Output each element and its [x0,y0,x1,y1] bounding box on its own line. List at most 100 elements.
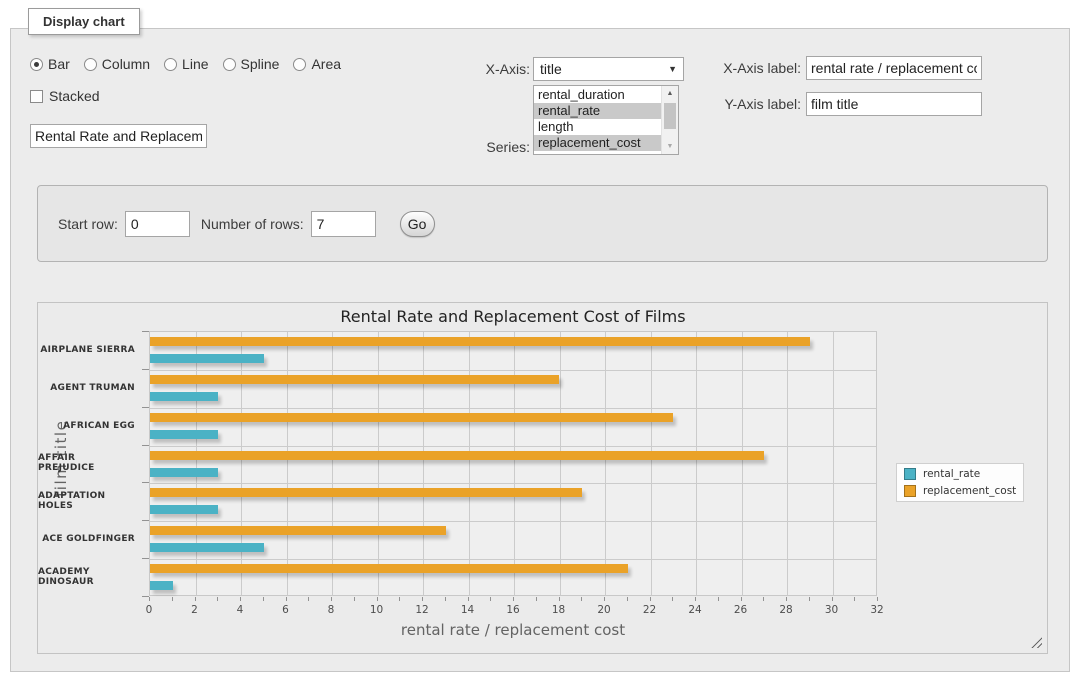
resize-handle-icon[interactable] [1031,637,1042,648]
radio-area[interactable]: Area [293,56,341,72]
y-tick-mark [142,558,149,559]
x-tick-mark [490,597,491,601]
chart-title: Rental Rate and Replacement Cost of Film… [149,307,877,326]
x-tick-mark [650,597,651,601]
radio-column-label: Column [102,56,150,72]
x-axis-label-input[interactable] [806,56,982,80]
y-tick-mark [142,445,149,446]
y-category-label: AFFAIR PREJUDICE [38,445,142,483]
series-option[interactable]: rental_rate [534,103,661,119]
scroll-down-icon[interactable]: ▼ [662,139,678,154]
y-tick-mark [142,520,149,521]
x-tick-label: 28 [779,604,792,616]
gridline-vertical [696,332,697,595]
y-category-label: ACE GOLDFINGER [38,520,142,558]
series-option[interactable]: rental_duration [534,87,661,103]
num-rows-label: Number of rows: [201,216,304,232]
radio-area-label: Area [311,56,341,72]
bar-rental_rate [150,581,173,590]
x-tick-label: 10 [370,604,383,616]
x-tick-mark [399,597,400,601]
x-tick-label: 16 [506,604,519,616]
x-tick-mark [377,597,378,601]
y-tick-mark [142,596,149,597]
stacked-checkbox-row[interactable]: Stacked [30,88,100,104]
bar-replacement_cost [150,526,446,535]
start-row-input[interactable] [125,211,190,237]
radio-area-icon[interactable] [293,58,306,71]
radio-bar-icon[interactable] [30,58,43,71]
bar-rental_rate [150,505,218,514]
bar-replacement_cost [150,564,628,573]
x-tick-mark [422,597,423,601]
x-axis-select[interactable]: title ▼ [533,57,684,81]
radio-spline-label: Spline [241,56,280,72]
x-tick-mark [763,597,764,601]
radio-line-icon[interactable] [164,58,177,71]
bar-replacement_cost [150,375,559,384]
x-tick-mark [286,597,287,601]
scroll-up-icon[interactable]: ▲ [662,86,678,101]
y-tick-mark [142,407,149,408]
gridline-vertical [742,332,743,595]
series-select-label: Series: [440,139,530,155]
chart-type-radio-group: Bar Column Line Spline Area [30,56,341,72]
radio-spline-icon[interactable] [223,58,236,71]
x-tick-mark [217,597,218,601]
stacked-checkbox[interactable] [30,90,43,103]
y-axis-label-input[interactable] [806,92,982,116]
gridline-vertical [241,332,242,595]
x-axis-label-label: X-Axis label: [715,60,801,76]
x-tick-mark [536,597,537,601]
gridline-vertical [605,332,606,595]
x-tick-mark [741,597,742,601]
bar-rental_rate [150,430,218,439]
series-listbox[interactable]: rental_durationrental_ratelengthreplacem… [533,85,679,155]
x-tick-mark [331,597,332,601]
legend-label: rental_rate [923,468,980,480]
gridline-horizontal [150,559,876,560]
y-category-label: AGENT TRUMAN [38,369,142,407]
x-tick-mark [854,597,855,601]
radio-column-icon[interactable] [84,58,97,71]
y-tick-mark [142,331,149,332]
chart-container: Rental Rate and Replacement Cost of Film… [37,302,1048,654]
series-option[interactable]: replacement_cost [534,135,661,151]
legend-swatch-icon [904,485,916,497]
legend-entry: rental_rate [904,468,1016,480]
chart-legend: rental_ratereplacement_cost [896,463,1024,502]
x-tick-label: 24 [688,604,701,616]
radio-spline[interactable]: Spline [223,56,280,72]
radio-bar[interactable]: Bar [30,56,70,72]
bar-rental_rate [150,543,264,552]
x-tick-mark [559,597,560,601]
y-category-label: ADAPTATION HOLES [38,482,142,520]
x-axis-selected-value: title [540,61,562,77]
x-tick-mark [468,597,469,601]
series-option[interactable]: length [534,119,661,135]
listbox-scrollbar[interactable]: ▲ ▼ [661,86,678,154]
x-axis-select-label: X-Axis: [440,61,530,77]
chevron-down-icon: ▼ [668,64,677,74]
scrollbar-thumb[interactable] [664,103,676,129]
x-tick-label: 0 [146,604,153,616]
gridline-vertical [787,332,788,595]
gridline-vertical [469,332,470,595]
gridline-horizontal [150,521,876,522]
start-row-label: Start row: [58,216,118,232]
chart-title-input[interactable] [30,124,207,148]
y-tick-mark [142,369,149,370]
x-tick-mark [263,597,264,601]
radio-line[interactable]: Line [164,56,208,72]
gridline-vertical [833,332,834,595]
bar-replacement_cost [150,451,764,460]
go-button[interactable]: Go [400,211,435,237]
x-tick-label: 14 [461,604,474,616]
gridline-vertical [514,332,515,595]
x-tick-label: 8 [328,604,335,616]
radio-column[interactable]: Column [84,56,150,72]
num-rows-input[interactable] [311,211,376,237]
gridline-horizontal [150,483,876,484]
gridline-vertical [560,332,561,595]
x-tick-mark [445,597,446,601]
